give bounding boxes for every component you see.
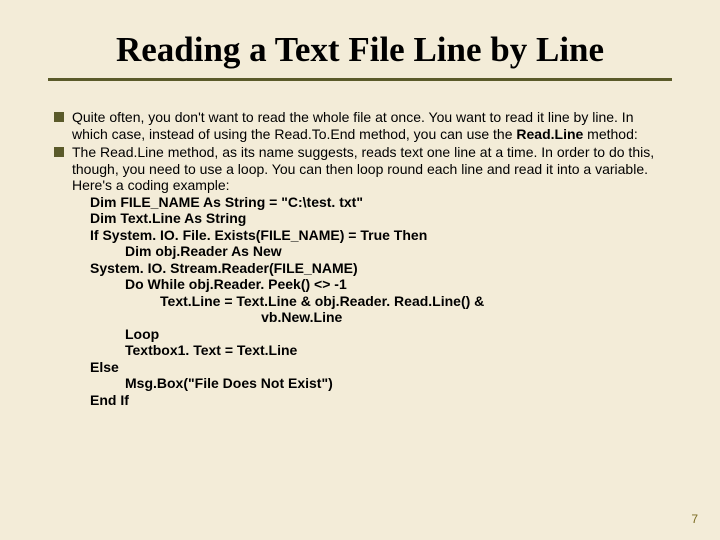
code-line: Dim obj.Reader As New: [90, 243, 666, 260]
bullet-marker-icon: [54, 147, 64, 157]
code-line: System. IO. Stream.Reader(FILE_NAME): [90, 260, 666, 277]
code-line: Msg.Box("File Does Not Exist"): [90, 375, 666, 392]
bullet-item: The Read.Line method, as its name sugges…: [54, 144, 666, 408]
page-number: 7: [691, 512, 698, 526]
code-block: Dim FILE_NAME As String = "C:\test. txt"…: [90, 194, 666, 409]
bullet-text-post: method:: [583, 126, 637, 142]
code-line: Else: [90, 359, 666, 376]
code-line: vb.New.Line: [90, 309, 666, 326]
bullet-text: The Read.Line method, as its name sugges…: [72, 144, 666, 408]
title-underline: [48, 78, 672, 81]
code-line: Dim Text.Line As String: [90, 210, 666, 227]
bullet-marker-icon: [54, 112, 64, 122]
bullet-text-bold: Read.Line: [516, 126, 583, 142]
code-line: Text.Line = Text.Line & obj.Reader. Read…: [90, 293, 666, 310]
code-line: End If: [90, 392, 666, 409]
code-line: Dim FILE_NAME As String = "C:\test. txt": [90, 194, 666, 211]
code-line: Loop: [90, 326, 666, 343]
code-line: Textbox1. Text = Text.Line: [90, 342, 666, 359]
bullet-text-pre: The Read.Line method, as its name sugges…: [72, 144, 654, 193]
bullet-item: Quite often, you don't want to read the …: [54, 109, 666, 142]
content-area: Quite often, you don't want to read the …: [54, 109, 666, 408]
code-line: Do While obj.Reader. Peek() <> -1: [90, 276, 666, 293]
slide-title: Reading a Text File Line by Line: [0, 0, 720, 70]
bullet-text: Quite often, you don't want to read the …: [72, 109, 666, 142]
code-line: If System. IO. File. Exists(FILE_NAME) =…: [90, 227, 666, 244]
